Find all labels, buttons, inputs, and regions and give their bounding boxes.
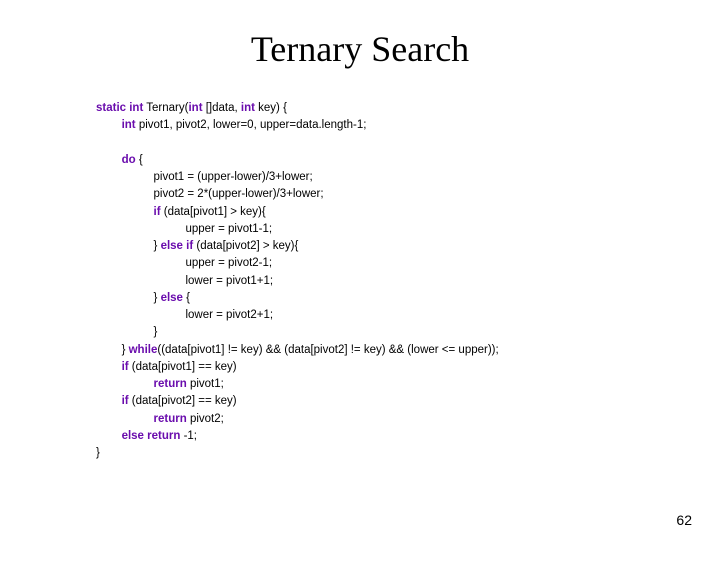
code-block: static int Ternary(int []data, int key) … xyxy=(96,100,720,462)
keyword-else-if: else if xyxy=(161,240,194,252)
code-text: ((data[pivot1] != key) && (data[pivot2] … xyxy=(157,344,498,356)
code-text: lower = pivot2+1; xyxy=(185,309,273,321)
code-text: lower = pivot1+1; xyxy=(185,275,273,287)
keyword-if: if xyxy=(154,206,161,218)
code-text: -1; xyxy=(180,430,197,442)
code-text: key) { xyxy=(255,102,287,114)
code-text: } xyxy=(154,326,158,338)
keyword-while: while xyxy=(129,344,158,356)
slide-title: Ternary Search xyxy=(0,28,720,70)
code-text: []data, xyxy=(203,102,241,114)
keyword-else-return: else return xyxy=(122,430,181,442)
code-text: pivot1, pivot2, lower=0, upper=data.leng… xyxy=(136,119,367,131)
keyword-int: int xyxy=(188,102,202,114)
code-text: upper = pivot2-1; xyxy=(185,257,272,269)
code-text: (data[pivot1] == key) xyxy=(129,361,237,373)
code-text: } xyxy=(154,240,161,252)
keyword-int: int xyxy=(122,119,136,131)
code-text: } xyxy=(154,292,161,304)
code-text: upper = pivot1-1; xyxy=(185,223,272,235)
code-text: { xyxy=(136,154,143,166)
code-text: } xyxy=(122,344,129,356)
code-text: { xyxy=(183,292,190,304)
keyword-else: else xyxy=(161,292,183,304)
keyword-if: if xyxy=(122,361,129,373)
keyword-return: return xyxy=(154,378,187,390)
keyword-if: if xyxy=(122,395,129,407)
code-text: Ternary( xyxy=(143,102,188,114)
keyword-int: int xyxy=(241,102,255,114)
code-text: pivot2 = 2*(upper-lower)/3+lower; xyxy=(154,188,324,200)
page-number: 62 xyxy=(676,512,692,528)
code-text: pivot1; xyxy=(187,378,224,390)
keyword-static-int: static int xyxy=(96,102,143,114)
keyword-return: return xyxy=(154,413,187,425)
code-text: (data[pivot1] > key){ xyxy=(161,206,266,218)
code-text: } xyxy=(96,447,100,459)
code-text: (data[pivot2] > key){ xyxy=(193,240,298,252)
code-text: pivot2; xyxy=(187,413,224,425)
keyword-do: do xyxy=(122,154,136,166)
code-text: pivot1 = (upper-lower)/3+lower; xyxy=(154,171,313,183)
code-text: (data[pivot2] == key) xyxy=(129,395,237,407)
